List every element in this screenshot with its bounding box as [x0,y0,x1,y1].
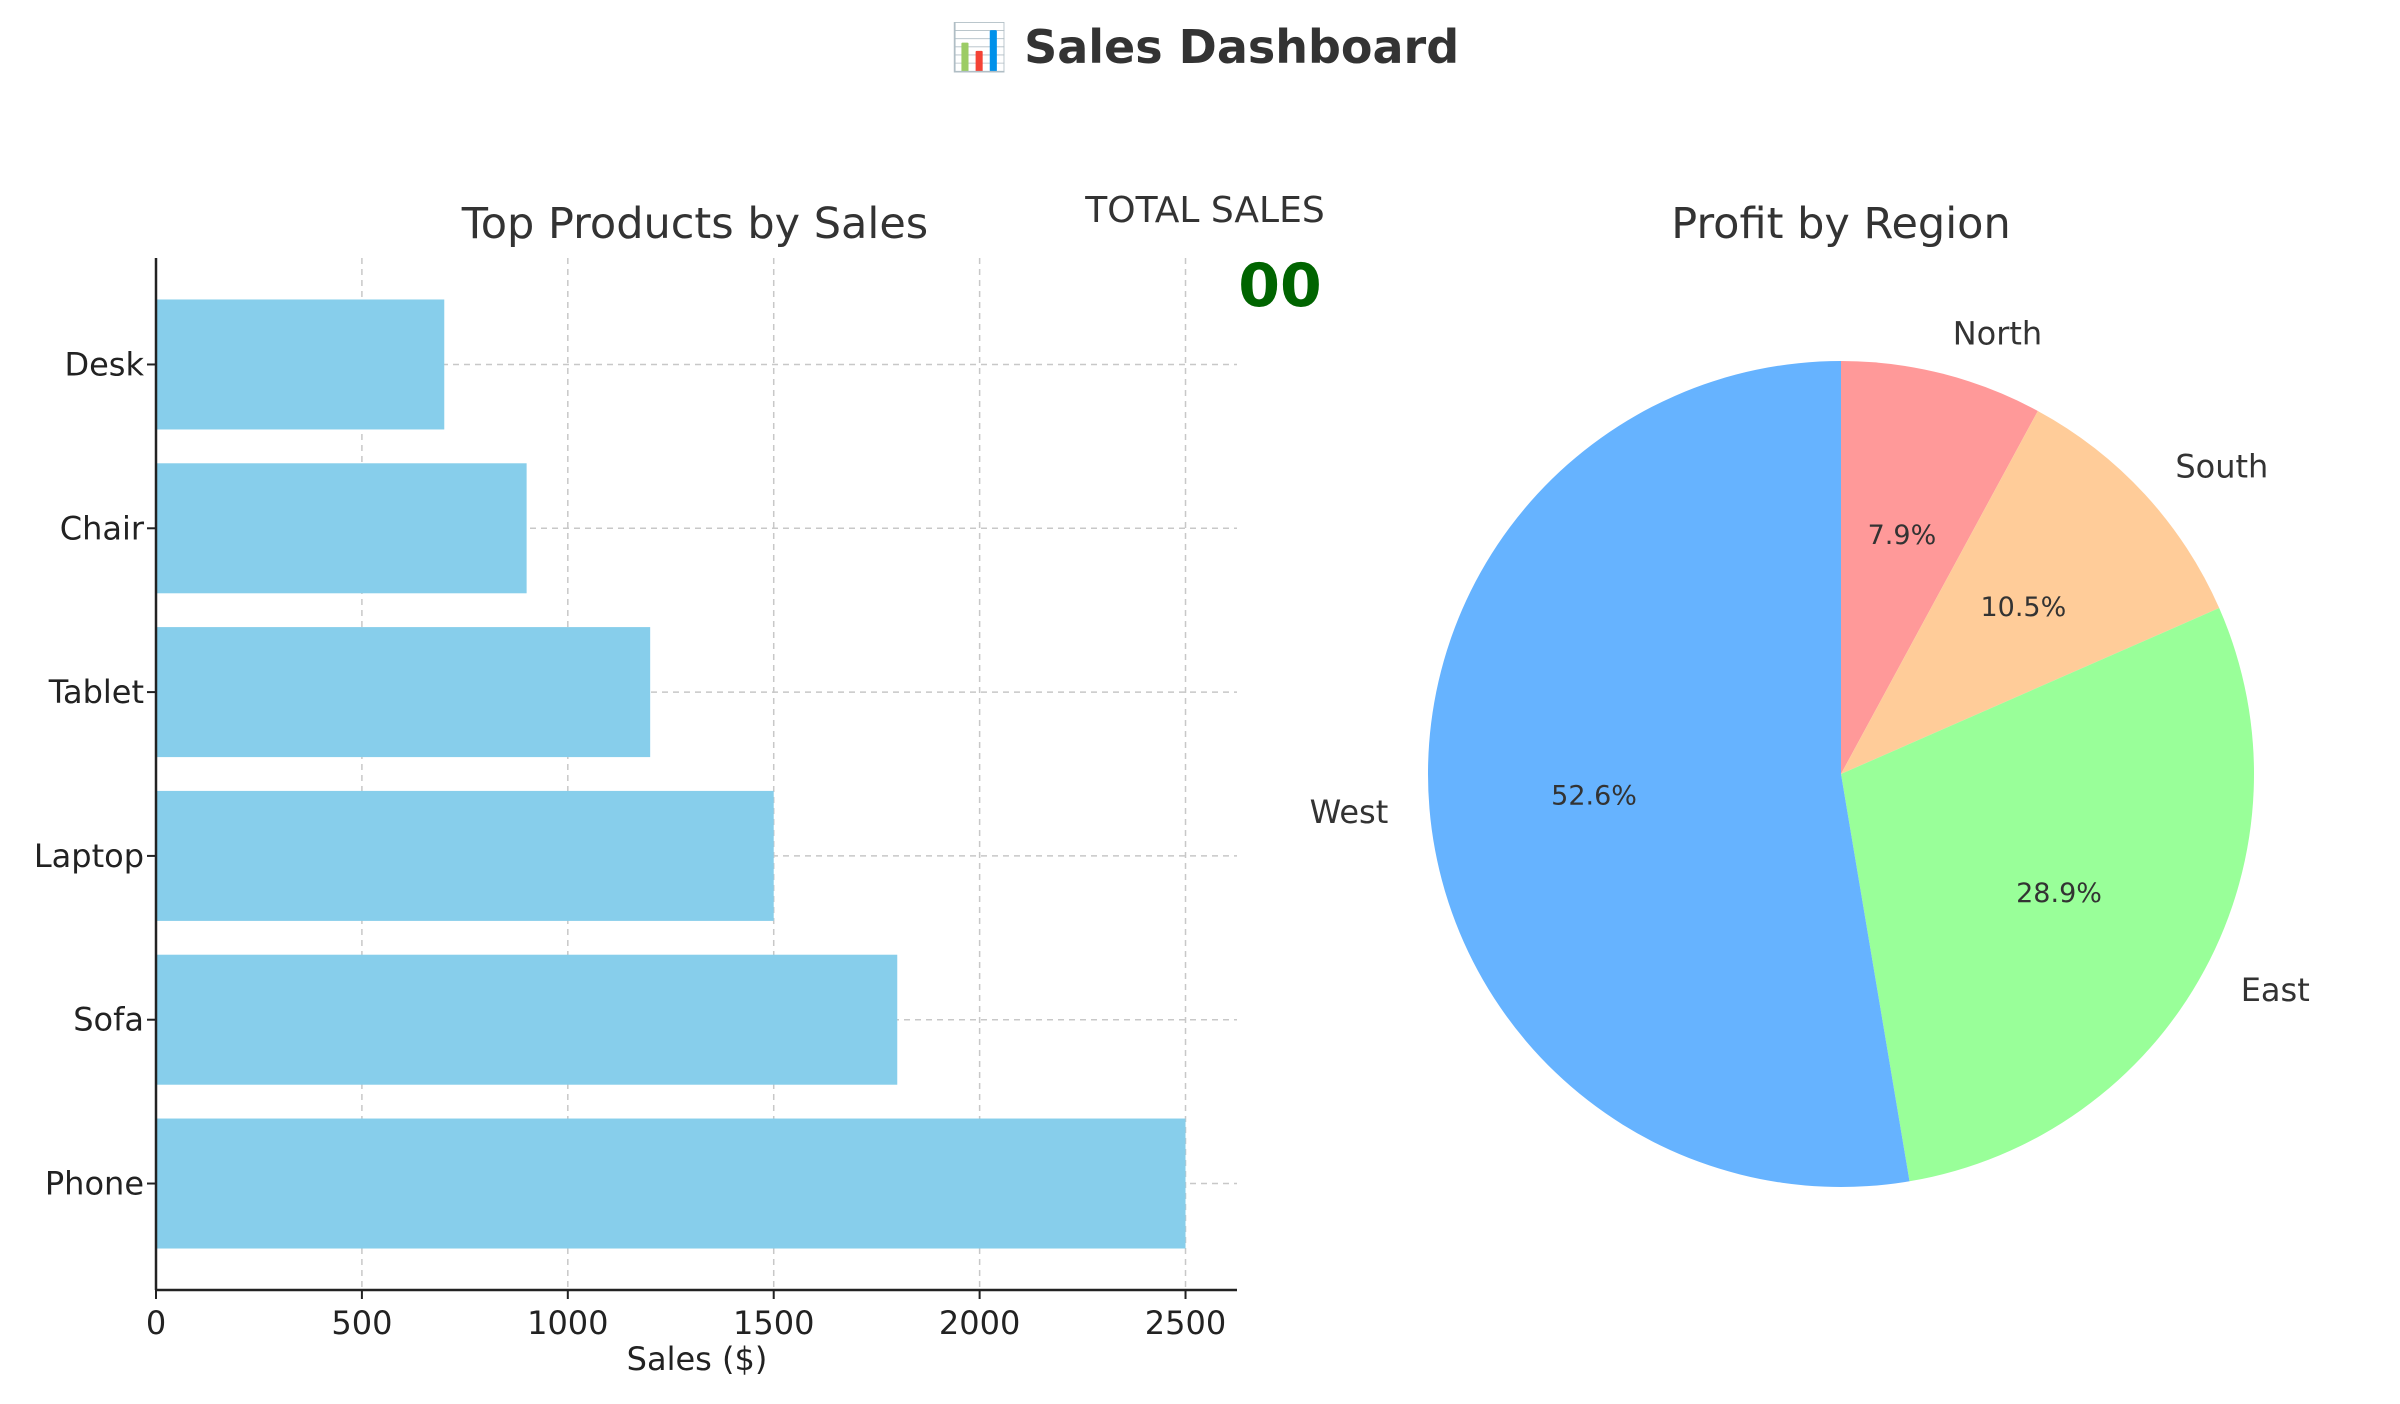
bar-chart-category-label: Chair [60,509,145,547]
pie-label-east: East [2241,971,2310,1009]
pie-percent-north: 7.9% [1868,520,1937,551]
bar-phone [156,1118,1186,1249]
bar-chart-x-tick-label: 0 [146,1304,166,1342]
pie-label-west: West [1310,793,1389,831]
bar-chart-title: Top Products by Sales [461,199,928,249]
bar-tablet [156,627,651,758]
bar-chart-category-label: Tablet [48,673,144,711]
dashboard-title: 📊 Sales Dashboard [951,20,1459,74]
bar-chart-x-tick-label: 2500 [1145,1304,1226,1342]
kpi-label: TOTAL SALES [1084,190,1324,231]
bar-chart-top-products: Top Products by Sales 0 500 1000 1500 2000 25… [34,199,1237,1378]
pie-percent-south: 10.5% [1980,592,2066,623]
bar-chart-category-label: Laptop [34,837,144,875]
bar-chair [156,463,527,594]
pie-chart-profit-by-region: Profit by Region North 7.9% South 10.5% East… [1310,199,2310,1187]
bar-desk [156,299,445,430]
bar-chart-category-label: Sofa [73,1001,144,1039]
bar-laptop [156,790,774,921]
pie-label-north: North [1953,315,2043,353]
bar-chart-xlabel: Sales ($) [627,1340,768,1378]
bar-chart-bars [156,299,1186,1249]
bar-chart-category-label: Desk [64,345,144,383]
pie-label-south: South [2175,447,2268,485]
kpi-value: 00 [1238,251,1322,321]
bar-sofa [156,954,898,1085]
sales-dashboard: 📊 Sales Dashboard TOTAL SALES 00 Top Pro… [0,0,2400,1400]
bar-chart-category-label: Phone [45,1165,144,1203]
bar-chart-x-tick-label: 500 [331,1304,392,1342]
dashboard-canvas: 📊 Sales Dashboard TOTAL SALES 00 Top Pro… [34,20,2310,1378]
pie-percent-west: 52.6% [1551,781,1637,812]
bar-chart-x-tick-label: 1000 [527,1304,608,1342]
bar-chart-x-tick-label: 2000 [939,1304,1020,1342]
pie-chart-slices [1428,361,2255,1187]
bar-chart-x-tick-label: 1500 [733,1304,814,1342]
pie-slice-west [1428,361,1910,1187]
pie-percent-east: 28.9% [2016,878,2102,909]
pie-chart-title: Profit by Region [1671,199,2010,249]
